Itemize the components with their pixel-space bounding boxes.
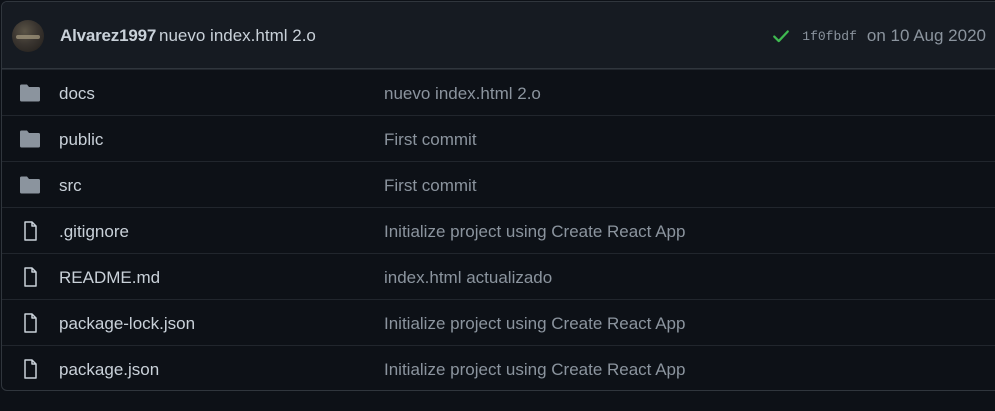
folder-icon bbox=[20, 130, 40, 148]
file-row[interactable]: package.json Initialize project using Cr… bbox=[2, 345, 995, 390]
file-commit-message[interactable]: index.html actualizado bbox=[384, 268, 552, 288]
file-icon bbox=[24, 313, 37, 333]
file-name[interactable]: public bbox=[59, 130, 103, 150]
file-name[interactable]: README.md bbox=[59, 268, 160, 288]
commit-meta: 1f0fbdf on 10 Aug 2020 bbox=[772, 26, 986, 46]
commit-sha[interactable]: 1f0fbdf bbox=[802, 29, 857, 44]
file-commit-message[interactable]: First commit bbox=[384, 176, 477, 196]
avatar[interactable] bbox=[12, 20, 44, 52]
file-icon bbox=[24, 267, 37, 287]
file-browser: Alvarez1997 nuevo index.html 2.o 1f0fbdf… bbox=[1, 1, 995, 391]
commit-date[interactable]: on 10 Aug 2020 bbox=[867, 26, 986, 46]
file-row[interactable]: README.md index.html actualizado bbox=[2, 253, 995, 299]
file-commit-message[interactable]: Initialize project using Create React Ap… bbox=[384, 314, 685, 334]
commit-message[interactable]: nuevo index.html 2.o bbox=[159, 26, 316, 46]
file-commit-message[interactable]: nuevo index.html 2.o bbox=[384, 84, 541, 104]
file-icon bbox=[24, 221, 37, 241]
file-row[interactable]: package-lock.json Initialize project usi… bbox=[2, 299, 995, 345]
file-commit-message[interactable]: Initialize project using Create React Ap… bbox=[384, 360, 685, 380]
file-name[interactable]: package.json bbox=[59, 360, 159, 380]
file-name[interactable]: package-lock.json bbox=[59, 314, 195, 334]
commit-author[interactable]: Alvarez1997 bbox=[60, 26, 156, 46]
file-row[interactable]: src First commit bbox=[2, 161, 995, 207]
file-icon bbox=[24, 359, 37, 379]
file-commit-message[interactable]: Initialize project using Create React Ap… bbox=[384, 222, 685, 242]
file-name[interactable]: src bbox=[59, 176, 82, 196]
file-commit-message[interactable]: First commit bbox=[384, 130, 477, 150]
file-name[interactable]: docs bbox=[59, 84, 95, 104]
file-row[interactable]: docs nuevo index.html 2.o bbox=[2, 69, 995, 115]
file-name[interactable]: .gitignore bbox=[59, 222, 129, 242]
folder-icon bbox=[20, 176, 40, 194]
folder-icon bbox=[20, 84, 40, 102]
check-icon[interactable] bbox=[772, 27, 790, 45]
file-row[interactable]: public First commit bbox=[2, 115, 995, 161]
latest-commit-bar: Alvarez1997 nuevo index.html 2.o 1f0fbdf… bbox=[2, 2, 995, 69]
file-row[interactable]: .gitignore Initialize project using Crea… bbox=[2, 207, 995, 253]
